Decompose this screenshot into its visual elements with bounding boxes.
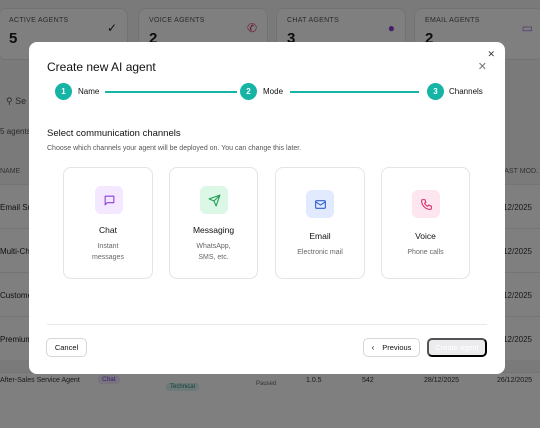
phone-icon bbox=[412, 190, 440, 218]
channel-card-messaging[interactable]: Messaging WhatsApp, SMS, etc. bbox=[169, 167, 258, 279]
channel-name: Chat bbox=[99, 225, 117, 235]
close-icon[interactable]: ✕ bbox=[478, 60, 487, 73]
step-connector bbox=[105, 91, 237, 93]
step-number: 1 bbox=[55, 83, 72, 100]
step-connector bbox=[290, 91, 419, 93]
channel-card-voice[interactable]: Voice Phone calls bbox=[381, 167, 470, 279]
section-subtitle: Choose which channels your agent will be… bbox=[47, 145, 302, 152]
channel-name: Email bbox=[309, 231, 331, 241]
channel-card-chat[interactable]: Chat Instant messages bbox=[63, 167, 153, 279]
previous-button[interactable]: ‹ Previous bbox=[363, 338, 420, 357]
modal-title: Create new AI agent bbox=[47, 60, 156, 74]
channel-name: Voice bbox=[415, 231, 436, 241]
envelope-icon bbox=[306, 190, 334, 218]
section-title: Select communication channels bbox=[47, 128, 181, 139]
chat-bubble-icon bbox=[95, 186, 123, 214]
stepper: 1 Name 2 Mode 3 Channels bbox=[55, 83, 483, 101]
channel-desc: SMS, etc. bbox=[198, 254, 229, 261]
step-number: 3 bbox=[427, 83, 444, 100]
create-agent-button[interactable]: Create agent bbox=[427, 338, 487, 357]
send-icon bbox=[200, 186, 228, 214]
step-label: Channels bbox=[449, 87, 483, 96]
previous-label: Previous bbox=[382, 343, 412, 352]
step-label: Mode bbox=[263, 87, 284, 96]
channel-desc: Phone calls bbox=[407, 249, 444, 256]
cancel-button[interactable]: Cancel bbox=[46, 338, 87, 357]
channel-desc: Instant bbox=[97, 243, 119, 250]
channel-card-email[interactable]: Email Electronic mail bbox=[275, 167, 365, 279]
create-agent-modal: Create new AI agent ✕ ✕ 1 Name 2 Mode 3 … bbox=[29, 42, 505, 374]
channel-desc: messages bbox=[92, 254, 124, 261]
channel-desc: Electronic mail bbox=[297, 249, 343, 256]
step-number: 2 bbox=[240, 83, 257, 100]
channel-desc: WhatsApp, bbox=[196, 243, 231, 250]
chevron-left-icon: ‹ bbox=[371, 343, 375, 352]
channel-name: Messaging bbox=[192, 225, 235, 235]
close-icon[interactable]: ✕ bbox=[487, 49, 495, 60]
footer-divider bbox=[47, 324, 487, 325]
step-label: Name bbox=[78, 87, 100, 96]
